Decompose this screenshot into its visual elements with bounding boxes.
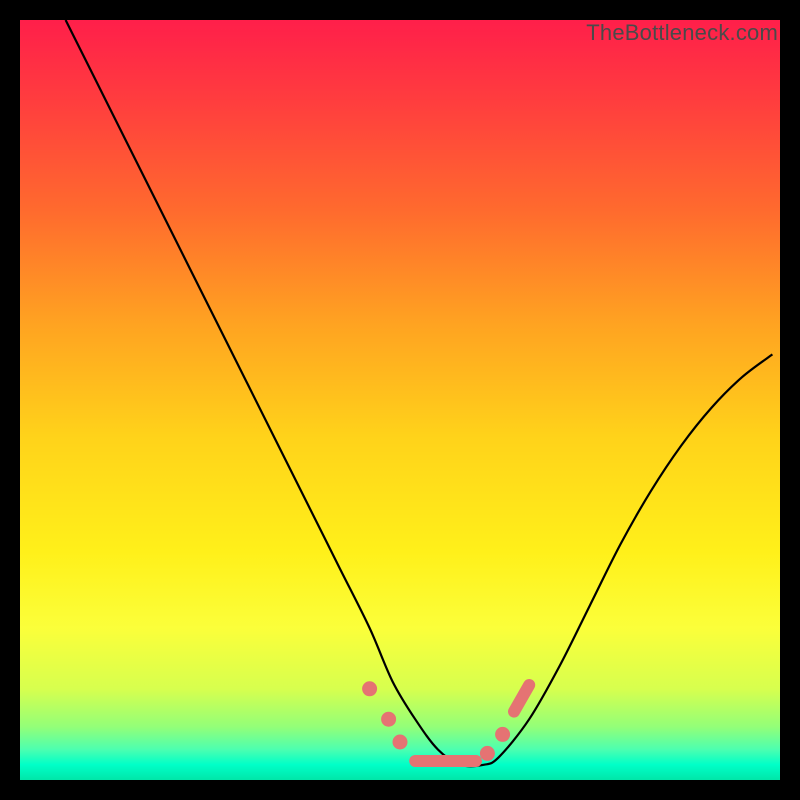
marker-group (363, 682, 530, 761)
curve-marker-dot (363, 682, 377, 696)
curve-marker-dot (480, 746, 494, 760)
curve-marker-segment (514, 685, 529, 712)
curve-marker-dot (496, 727, 510, 741)
curve-marker-dot (382, 712, 396, 726)
chart-frame: TheBottleneck.com (0, 0, 800, 800)
curve-marker-dot (393, 735, 407, 749)
bottleneck-curve (66, 20, 773, 766)
curve-layer (20, 20, 780, 780)
